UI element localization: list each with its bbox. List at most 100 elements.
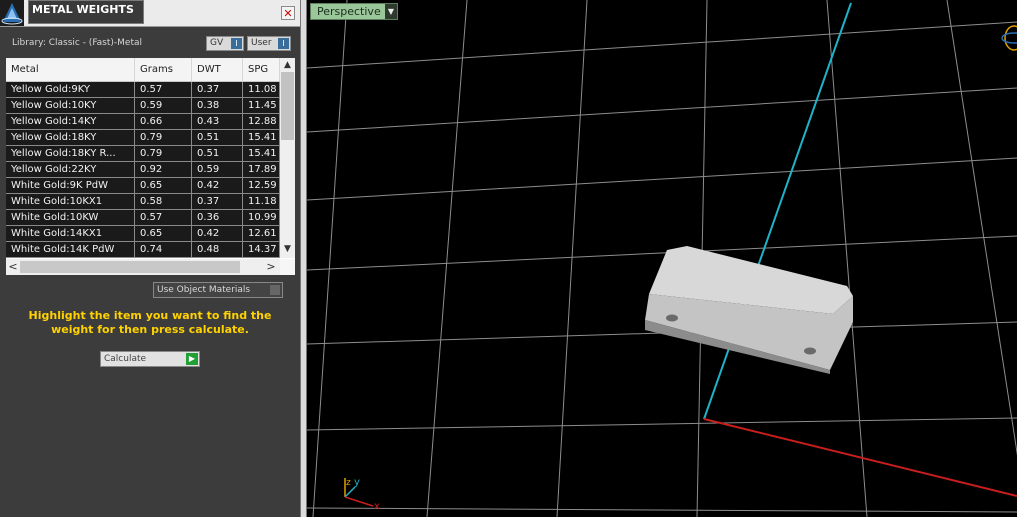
- column-header-dwt[interactable]: DWT: [192, 58, 243, 81]
- spg-cell: 10.99: [243, 210, 280, 225]
- axis-label-x: x: [374, 501, 380, 512]
- spg-cell: 12.59: [243, 178, 280, 193]
- grams-cell: 0.65: [135, 226, 192, 241]
- dwt-cell: 0.48: [192, 242, 243, 257]
- spg-cell: 12.61: [243, 226, 280, 241]
- library-label: Library: Classic - (Fast)-Metal: [12, 38, 143, 48]
- grams-cell: 0.59: [135, 98, 192, 113]
- metal-cell: White Gold:14K PdW: [6, 242, 135, 257]
- app-logo-icon: [0, 0, 24, 26]
- dwt-cell: 0.42: [192, 226, 243, 241]
- scrollbar-corner: [280, 259, 295, 275]
- table-row[interactable]: White Gold:9K PdW 0.65 0.42 12.59: [6, 178, 280, 194]
- scroll-left-icon[interactable]: <: [6, 259, 20, 275]
- metal-cell: White Gold:10KX1: [6, 194, 135, 209]
- scroll-up-icon[interactable]: ▲: [280, 58, 295, 72]
- metal-cell: Yellow Gold:10KY: [6, 98, 135, 113]
- dwt-cell: 0.38: [192, 98, 243, 113]
- table-row[interactable]: Yellow Gold:22KY 0.92 0.59 17.89: [6, 162, 280, 178]
- horizontal-scrollbar[interactable]: < >: [6, 259, 280, 275]
- table-body: Yellow Gold:9KY 0.57 0.37 11.08 Yellow Gold…: [6, 82, 280, 258]
- axis-triad-icon: z y x: [344, 477, 380, 512]
- spg-cell: 15.41: [243, 146, 280, 161]
- table-row[interactable]: Yellow Gold:9KY 0.57 0.37 11.08: [6, 82, 280, 98]
- scroll-down-icon[interactable]: ▼: [280, 242, 295, 256]
- table-row[interactable]: White Gold:14KX1 0.65 0.42 12.61: [6, 226, 280, 242]
- metal-cell: Yellow Gold:14KY: [6, 114, 135, 129]
- metal-table: Metal Grams DWT SPG Yellow Gold:9KY 0.57 0…: [6, 58, 295, 275]
- use-object-materials-label: Use Object Materials: [157, 285, 251, 295]
- table-row[interactable]: Yellow Gold:18KY 0.79 0.51 15.41: [6, 130, 280, 146]
- dwt-cell: 0.59: [192, 162, 243, 177]
- table-row[interactable]: White Gold:10KX1 0.58 0.37 11.18: [6, 194, 280, 210]
- scroll-right-icon[interactable]: >: [264, 259, 278, 275]
- toggle-switch-icon: I: [231, 38, 242, 49]
- table-row[interactable]: White Gold:14K PdW 0.74 0.48 14.37: [6, 242, 280, 258]
- perspective-label: Perspective: [317, 5, 381, 18]
- spg-cell: 11.08: [243, 82, 280, 97]
- metal-cell: White Gold:14KX1: [6, 226, 135, 241]
- panel-titlebar: METAL WEIGHTS ✕: [0, 0, 300, 27]
- axis-label-z: z: [346, 478, 351, 488]
- calculate-label: Calculate: [104, 354, 147, 364]
- user-toggle[interactable]: User I: [247, 36, 291, 51]
- vertical-scroll-thumb[interactable]: [281, 72, 294, 140]
- toggle-switch-icon: I: [278, 38, 289, 49]
- metal-block[interactable]: [645, 246, 853, 374]
- metal-cell: White Gold:10KW: [6, 210, 135, 225]
- spg-cell: 14.37: [243, 242, 280, 257]
- column-header-spg[interactable]: SPG: [243, 58, 280, 81]
- dwt-cell: 0.37: [192, 194, 243, 209]
- spg-cell: 12.88: [243, 114, 280, 129]
- grams-cell: 0.58: [135, 194, 192, 209]
- grams-cell: 0.57: [135, 210, 192, 225]
- perspective-grid: [307, 0, 1017, 517]
- grams-cell: 0.79: [135, 130, 192, 145]
- dwt-cell: 0.37: [192, 82, 243, 97]
- table-row[interactable]: Yellow Gold:14KY 0.66 0.43 12.88: [6, 114, 280, 130]
- column-header-metal[interactable]: Metal: [6, 58, 135, 81]
- close-button[interactable]: ✕: [281, 6, 295, 20]
- dwt-cell: 0.51: [192, 146, 243, 161]
- metal-weights-panel: METAL WEIGHTS ✕ Library: Classic - (Fast…: [0, 0, 300, 517]
- dropdown-arrow-icon: [270, 285, 280, 295]
- column-header-grams[interactable]: Grams: [135, 58, 192, 81]
- spg-cell: 17.89: [243, 162, 280, 177]
- table-row[interactable]: Yellow Gold:10KY 0.59 0.38 11.45: [6, 98, 280, 114]
- metal-cell: Yellow Gold:22KY: [6, 162, 135, 177]
- metal-cell: Yellow Gold:18KY: [6, 130, 135, 145]
- play-icon: ▶: [186, 353, 198, 365]
- vertical-scrollbar[interactable]: ▲ ▼: [280, 58, 295, 258]
- axis-label-y: y: [354, 477, 360, 488]
- dwt-cell: 0.36: [192, 210, 243, 225]
- use-object-materials-dropdown[interactable]: Use Object Materials: [153, 282, 283, 298]
- panel-splitter[interactable]: [300, 0, 307, 517]
- table-row[interactable]: White Gold:10KW 0.57 0.36 10.99: [6, 210, 280, 226]
- horizontal-scroll-thumb[interactable]: [20, 261, 240, 273]
- dwt-cell: 0.51: [192, 130, 243, 145]
- table-header: Metal Grams DWT SPG: [6, 58, 280, 82]
- instruction-text: Highlight the item you want to find the …: [28, 309, 272, 336]
- viewport-canvas: z y x: [307, 0, 1017, 517]
- calculate-button[interactable]: Calculate ▶: [100, 351, 200, 367]
- perspective-dropdown-icon[interactable]: ▼: [385, 4, 397, 19]
- spg-cell: 11.45: [243, 98, 280, 113]
- metal-cell: Yellow Gold:18KY R...: [6, 146, 135, 161]
- metal-cell: Yellow Gold:9KY: [6, 82, 135, 97]
- spg-cell: 15.41: [243, 130, 280, 145]
- grams-cell: 0.65: [135, 178, 192, 193]
- perspective-view-button[interactable]: Perspective ▼: [310, 3, 398, 20]
- grams-cell: 0.79: [135, 146, 192, 161]
- spg-cell: 11.18: [243, 194, 280, 209]
- 3d-viewport[interactable]: z y x Perspective ▼: [307, 0, 1017, 517]
- table-row[interactable]: Yellow Gold:18KY R... 0.79 0.51 15.41: [6, 146, 280, 162]
- gv-toggle[interactable]: GV I: [206, 36, 244, 51]
- dwt-cell: 0.43: [192, 114, 243, 129]
- grams-cell: 0.66: [135, 114, 192, 129]
- user-toggle-label: User: [251, 38, 272, 48]
- grams-cell: 0.74: [135, 242, 192, 257]
- metal-cell: White Gold:9K PdW: [6, 178, 135, 193]
- gv-toggle-label: GV: [210, 38, 224, 48]
- grams-cell: 0.57: [135, 82, 192, 97]
- navigation-gizmo-icon[interactable]: [1001, 25, 1017, 51]
